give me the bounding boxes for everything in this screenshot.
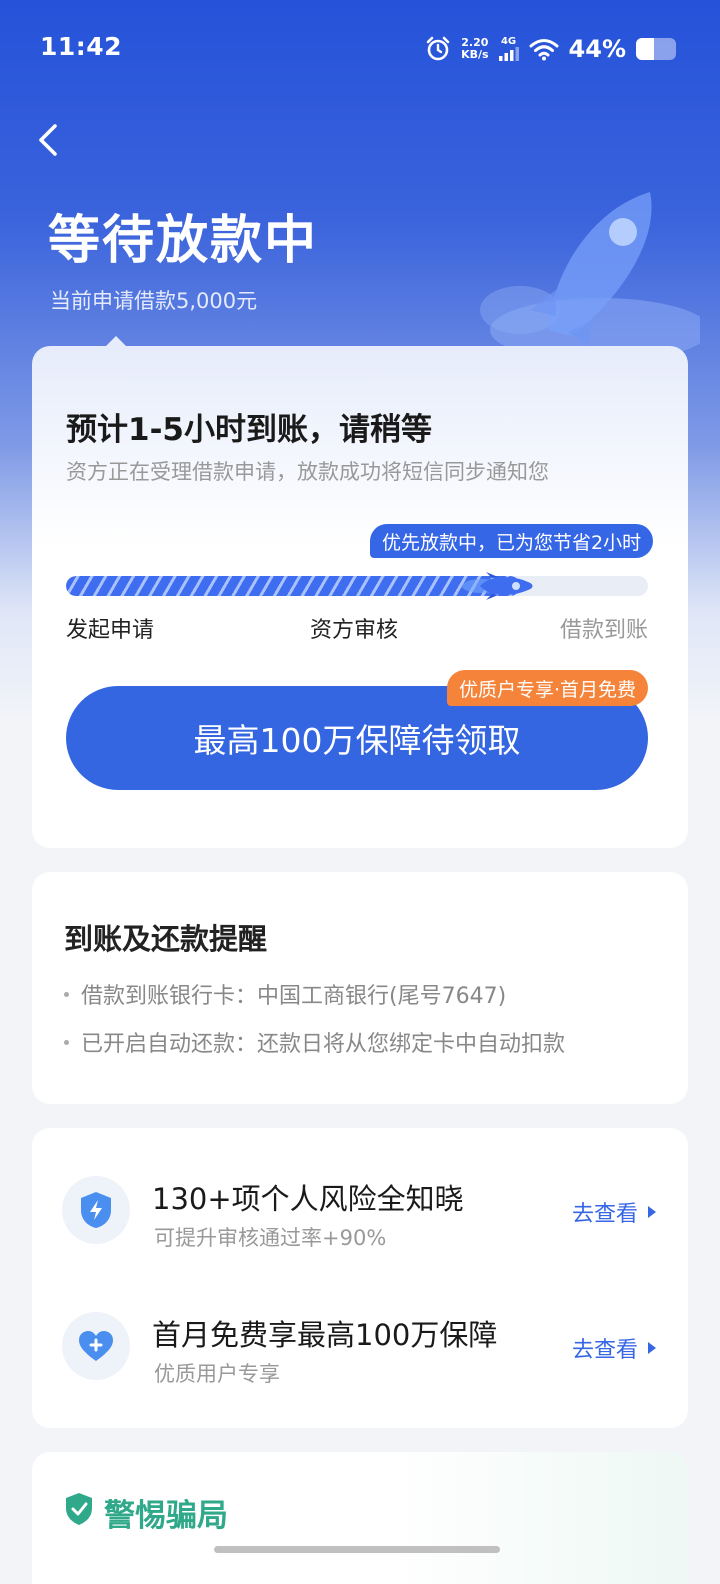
status-icons: 2.20 KB/s 4G 44% — [425, 32, 676, 66]
battery-percent: 44% — [568, 35, 626, 63]
bullet-dot — [64, 1039, 69, 1045]
signal-bars-icon — [498, 47, 519, 61]
rocket-icon — [462, 572, 533, 600]
reminder-item: 已开启自动还款：还款日将从您绑定卡中自动扣款 — [64, 1026, 565, 1058]
progress-bar — [66, 576, 648, 596]
rocket-illustration — [480, 192, 700, 360]
fraud-warning-card: 警惕骗局 — [32, 1452, 688, 1584]
view-link-label: 去查看 — [571, 1338, 638, 1363]
battery-level — [636, 38, 654, 60]
fraud-warning-title: 警惕骗局 — [104, 1498, 228, 1534]
progress-fill — [66, 576, 520, 596]
service-desc: 可提升审核通过率+90% — [154, 1226, 387, 1250]
triangle-right-icon — [648, 1342, 656, 1354]
eta-description: 资方正在受理借款申请，放款成功将短信同步通知您 — [66, 460, 549, 484]
service-title: 130+项个人风险全知晓 — [152, 1182, 464, 1216]
back-button[interactable] — [28, 118, 68, 162]
service-insurance[interactable]: 首月免费享最高100万保障 优质用户专享 去查看 — [32, 1294, 688, 1404]
services-card: 130+项个人风险全知晓 可提升审核通过率+90% 去查看 首月免费享最高100… — [32, 1128, 688, 1428]
network-type: 4G — [500, 36, 517, 47]
reminder-title: 到账及还款提醒 — [64, 922, 268, 956]
priority-tooltip: 优先放款中，已为您节省2小时 — [370, 524, 654, 558]
triangle-right-icon — [648, 1206, 656, 1218]
loan-amount-subtitle: 当前申请借款5,000元 — [50, 289, 258, 313]
view-risk-link[interactable]: 去查看 — [572, 1196, 656, 1228]
alarm-icon — [426, 36, 450, 61]
chevron-left-icon — [39, 124, 57, 156]
reminder-bank-card: 借款到账银行卡：中国工商银行(尾号7647) — [81, 984, 507, 1009]
view-link-label: 去查看 — [571, 1202, 638, 1227]
eta-title: 预计1-5小时到账，请稍等 — [66, 412, 433, 448]
step-review: 资方审核 — [310, 618, 399, 643]
shield-icon — [81, 1192, 111, 1228]
view-insurance-link[interactable]: 去查看 — [572, 1332, 656, 1364]
step-apply: 发起申请 — [66, 618, 155, 643]
service-icon-wrap — [62, 1312, 130, 1380]
reminder-auto-repay: 已开启自动还款：还款日将从您绑定卡中自动扣款 — [81, 1032, 566, 1057]
service-desc: 优质用户专享 — [154, 1362, 280, 1386]
status-bar: 11:42 2.20 KB/s 4G 44% — [0, 0, 720, 96]
step-disbursed: 借款到账 — [559, 618, 648, 643]
loan-status-card: 预计1-5小时到账，请稍等 资方正在受理借款申请，放款成功将短信同步通知您 优先… — [32, 346, 688, 848]
service-risk-report[interactable]: 130+项个人风险全知晓 可提升审核通过率+90% 去查看 — [32, 1158, 688, 1268]
page-title: 等待放款中 — [48, 211, 319, 271]
cellular-signal: 4G — [498, 36, 519, 61]
premium-badge: 优质户专享·首月免费 — [446, 670, 648, 706]
reminder-item: 借款到账银行卡：中国工商银行(尾号7647) — [64, 978, 506, 1010]
heart-plus-icon — [79, 1331, 113, 1361]
service-title: 首月免费享最高100万保障 — [152, 1318, 498, 1352]
service-icon-wrap — [62, 1176, 130, 1244]
home-indicator[interactable] — [214, 1546, 500, 1553]
shield-check-icon — [66, 1493, 92, 1525]
network-speed-unit: KB/s — [461, 48, 489, 61]
status-time: 11:42 — [40, 32, 123, 61]
reminder-card: 到账及还款提醒 借款到账银行卡：中国工商银行(尾号7647) 已开启自动还款：还… — [32, 872, 688, 1104]
network-speed: 2.20 KB/s — [461, 37, 488, 61]
battery-icon — [636, 38, 676, 60]
wifi-icon — [529, 39, 559, 61]
bullet-dot — [64, 991, 69, 997]
